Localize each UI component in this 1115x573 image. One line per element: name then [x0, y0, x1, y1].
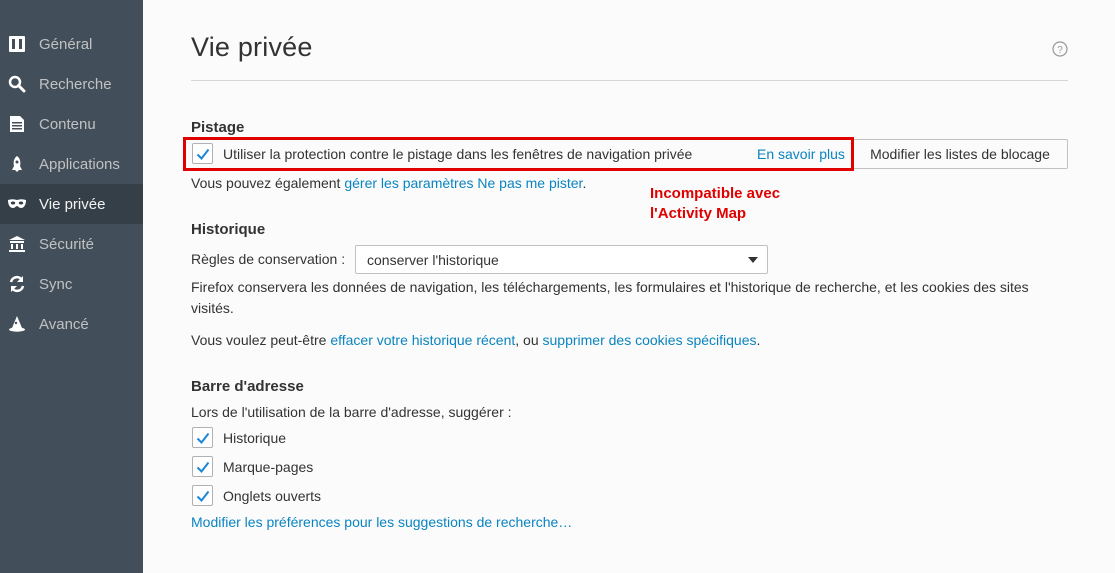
sidebar: Général Recherche Contenu Applications V…	[0, 0, 143, 573]
suggest-open-tabs-checkbox[interactable]	[192, 485, 213, 506]
content-icon	[7, 114, 27, 134]
sidebar-item-label: Sécurité	[39, 235, 95, 253]
wizard-hat-icon	[7, 314, 27, 334]
sync-icon	[7, 274, 27, 294]
checkmark-icon	[196, 490, 209, 502]
clear-history-link[interactable]: effacer votre historique récent	[330, 332, 515, 348]
mask-icon	[7, 194, 27, 214]
address-bar-heading: Barre d'adresse	[191, 378, 304, 395]
svg-text:?: ?	[1057, 45, 1063, 56]
sidebar-item-applications[interactable]: Applications	[0, 144, 143, 184]
checkmark-icon	[196, 432, 209, 444]
remove-cookies-link[interactable]: supprimer des cookies spécifiques	[543, 332, 757, 348]
checkmark-icon	[196, 461, 209, 473]
sidebar-item-label: Recherche	[39, 75, 112, 93]
security-icon	[7, 234, 27, 254]
history-description-line1: Firefox conservera les données de naviga…	[191, 279, 1029, 295]
search-suggestion-prefs-link[interactable]: Modifier les préférences pour les sugges…	[191, 514, 572, 530]
sidebar-item-privacy[interactable]: Vie privée	[0, 184, 143, 224]
sidebar-item-security[interactable]: Sécurité	[0, 224, 143, 264]
modify-block-lists-button[interactable]: Modifier les listes de blocage	[852, 139, 1068, 169]
sidebar-item-sync[interactable]: Sync	[0, 264, 143, 304]
retention-rules-label: Règles de conservation :	[191, 251, 346, 267]
sidebar-item-label: Vie privée	[39, 195, 106, 213]
annotation-line2: l'Activity Map	[650, 205, 747, 222]
sidebar-item-label: Sync	[39, 275, 73, 293]
sidebar-item-general[interactable]: Général	[0, 24, 143, 64]
history-heading: Historique	[191, 221, 266, 238]
suggest-history-label[interactable]: Historique	[223, 430, 286, 446]
sidebar-item-content[interactable]: Contenu	[0, 104, 143, 144]
page-title: Vie privée	[191, 32, 313, 62]
suggest-open-tabs-label[interactable]: Onglets ouverts	[223, 488, 321, 504]
annotation-highlight-box	[183, 137, 854, 171]
dnt-settings-link[interactable]: gérer les paramètres Ne pas me pister	[344, 175, 582, 191]
search-icon	[7, 74, 27, 94]
retention-rules-select[interactable]: conserver l'historique	[355, 245, 768, 274]
retention-rules-value: conserver l'historique	[367, 251, 499, 268]
help-icon[interactable]: ?	[1052, 41, 1068, 57]
annotation-line1: Incompatible avec	[650, 185, 781, 202]
suggest-bookmarks-checkbox[interactable]	[192, 456, 213, 477]
address-bar-intro: Lors de l'utilisation de la barre d'adre…	[191, 404, 512, 420]
suggest-bookmarks-label[interactable]: Marque-pages	[223, 459, 313, 475]
suggest-history-checkbox[interactable]	[192, 427, 213, 448]
dnt-text: Vous pouvez également gérer les paramètr…	[191, 175, 587, 191]
sidebar-item-advanced[interactable]: Avancé	[0, 304, 143, 344]
sidebar-item-label: Avancé	[39, 315, 89, 333]
title-divider	[191, 80, 1068, 81]
sidebar-item-label: Applications	[39, 155, 120, 173]
history-description-line2: visités.	[191, 300, 234, 316]
annotation-text: Incompatible avec l'Activity Map	[650, 184, 780, 224]
general-icon	[7, 34, 27, 54]
sidebar-item-search[interactable]: Recherche	[0, 64, 143, 104]
chevron-down-icon	[748, 257, 758, 263]
tracking-heading: Pistage	[191, 119, 245, 136]
main-content: Vie privée ? Pistage Utiliser la protect…	[143, 0, 1115, 573]
sidebar-item-label: Contenu	[39, 115, 96, 133]
sidebar-item-label: Général	[39, 35, 93, 53]
rocket-icon	[7, 154, 27, 174]
history-suggestions-text: Vous voulez peut-être effacer votre hist…	[191, 332, 761, 348]
